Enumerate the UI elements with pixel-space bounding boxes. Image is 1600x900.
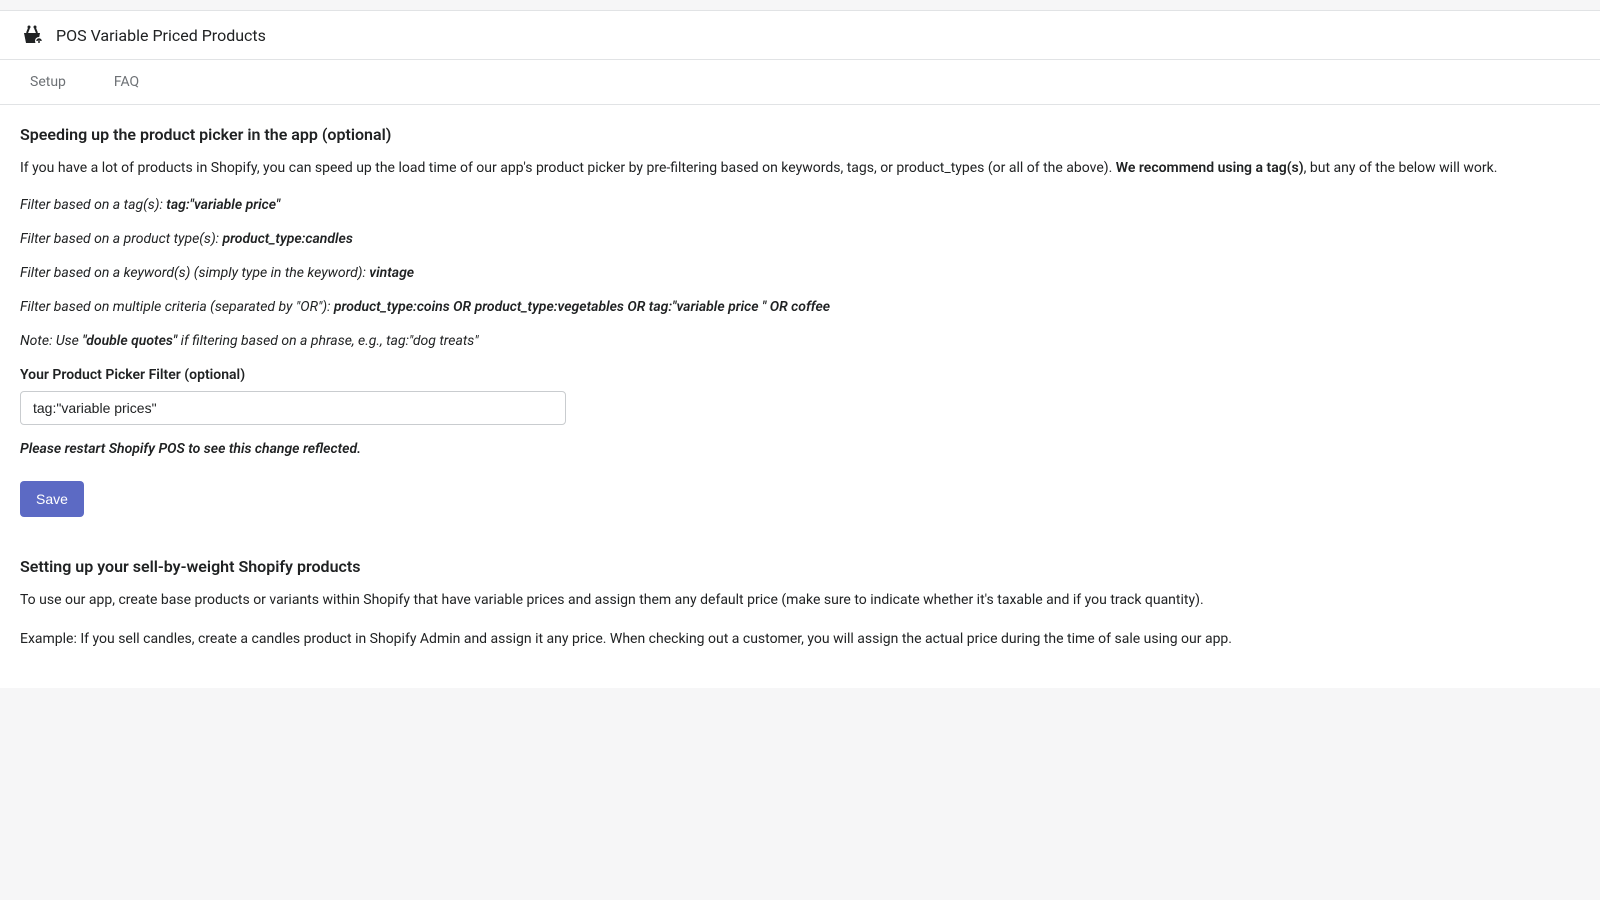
tab-setup[interactable]: Setup [20,60,76,104]
basket-icon [20,23,44,47]
restart-note: Please restart Shopify POS to see this c… [20,441,1580,457]
filter-multi-line: Filter based on multiple criteria (separ… [20,299,1580,315]
filter-multi-label: Filter based on multiple criteria (separ… [20,299,334,315]
filter-tag-value: tag:"variable price" [166,197,280,213]
intro-text-pre: If you have a lot of products in Shopify… [20,160,1116,176]
note-bold: "double quotes" [82,333,177,349]
filter-multi-value: product_type:coins OR product_type:veget… [334,299,830,315]
filter-keyword-label: Filter based on a keyword(s) (simply typ… [20,265,369,281]
note-pre: Note: Use [20,333,82,349]
section2-p1: To use our app, create base products or … [20,590,1580,611]
app-title: POS Variable Priced Products [56,26,266,45]
filter-input[interactable] [20,391,566,425]
intro-paragraph: If you have a lot of products in Shopify… [20,158,1580,179]
app-header: POS Variable Priced Products [0,10,1600,60]
intro-text-bold: We recommend using a tag(s) [1116,160,1304,176]
main-content: Speeding up the product picker in the ap… [0,105,1600,688]
save-button[interactable]: Save [20,481,84,517]
filter-type-line: Filter based on a product type(s): produ… [20,231,1580,247]
filter-field-label: Your Product Picker Filter (optional) [20,367,1580,383]
section2-p2: Example: If you sell candles, create a c… [20,629,1580,650]
nav-tabs: Setup FAQ [0,60,1600,105]
note-line: Note: Use "double quotes" if filtering b… [20,333,1580,349]
section-heading-sellbyweight: Setting up your sell-by-weight Shopify p… [20,557,1580,576]
section-heading-speedup: Speeding up the product picker in the ap… [20,125,1580,144]
tab-faq[interactable]: FAQ [104,60,149,104]
intro-text-post: , but any of the below will work. [1304,160,1498,176]
filter-type-value: product_type:candles [222,231,352,247]
filter-tag-line: Filter based on a tag(s): tag:"variable … [20,197,1580,213]
filter-keyword-value: vintage [369,265,414,281]
filter-keyword-line: Filter based on a keyword(s) (simply typ… [20,265,1580,281]
filter-type-label: Filter based on a product type(s): [20,231,222,247]
note-post: if filtering based on a phrase, e.g., ta… [177,333,478,349]
filter-tag-label: Filter based on a tag(s): [20,197,166,213]
